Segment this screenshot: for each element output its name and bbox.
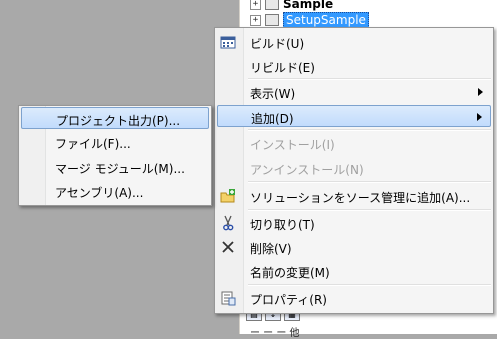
menu-item-label: インストール(I) — [250, 138, 335, 152]
menu-item-cut[interactable]: 切り取り(T) — [217, 212, 491, 234]
menu-item-delete[interactable]: 削除(V) — [217, 236, 491, 258]
menu-separator — [248, 78, 491, 80]
menu-item-build[interactable]: ビルド(U) — [217, 31, 491, 53]
add-to-source-control-icon — [220, 188, 236, 204]
setup-project-icon — [265, 14, 279, 26]
tree-node-setupsample[interactable]: + SetupSample — [250, 12, 369, 28]
menu-item-label: 切り取り(T) — [250, 218, 315, 232]
submenu-item-file[interactable]: ファイル(F)... — [21, 131, 209, 153]
menu-item-add[interactable]: 追加(D) — [217, 105, 491, 127]
menu-item-label: ビルド(U) — [250, 37, 305, 51]
delete-x-icon — [220, 239, 236, 255]
menu-item-rename[interactable]: 名前の変更(M) — [217, 260, 491, 282]
menu-item-label: リビルド(E) — [250, 61, 315, 75]
menu-item-label: 削除(V) — [250, 242, 292, 256]
menu-item-properties[interactable]: プロパティ(R) — [217, 287, 491, 309]
menu-item-add-to-source-control[interactable]: ソリューションをソース管理に追加(A)... — [217, 185, 491, 207]
menu-item-install[interactable]: インストール(I) — [217, 132, 491, 154]
menu-separator — [248, 284, 491, 286]
menu-item-label: 名前の変更(M) — [250, 266, 330, 280]
project-icon — [265, 0, 279, 10]
submenu-item-merge-module[interactable]: マージ モジュール(M)... — [21, 156, 209, 178]
expand-toggle-icon[interactable]: + — [250, 14, 261, 26]
menu-item-label: プロパティ(R) — [250, 293, 327, 307]
context-menu: ビルド(U) リビルド(E) 表示(W) 追加(D) インストール(I) アンイ… — [214, 27, 494, 314]
menu-item-label: ソリューションをソース管理に追加(A)... — [250, 191, 471, 205]
menu-item-label: ファイル(F)... — [55, 137, 131, 151]
menu-item-label: マージ モジュール(M)... — [55, 162, 185, 176]
menu-item-label: 追加(D) — [251, 112, 294, 126]
add-submenu: プロジェクト出力(P)... ファイル(F)... マージ モジュール(M)..… — [18, 105, 212, 206]
build-icon — [220, 34, 236, 50]
submenu-item-project-output[interactable]: プロジェクト出力(P)... — [21, 107, 209, 129]
tree-node-sample[interactable]: + Sample — [250, 0, 333, 12]
menu-separator — [248, 129, 491, 131]
menu-item-view[interactable]: 表示(W) — [217, 81, 491, 103]
menu-item-label: 表示(W) — [250, 87, 296, 101]
menu-item-label: プロジェクト出力(P)... — [56, 114, 181, 128]
menu-item-label: アンインストール(N) — [250, 163, 364, 177]
scissors-icon — [220, 215, 236, 231]
menu-separator — [248, 181, 491, 183]
tree-node-label: Sample — [283, 0, 334, 11]
submenu-arrow-icon — [477, 113, 482, 121]
properties-icon — [220, 290, 236, 306]
menu-item-rebuild[interactable]: リビルド(E) — [217, 55, 491, 77]
explorer-bottom-label: ー ー ー 他 — [250, 328, 300, 339]
expand-toggle-icon[interactable]: + — [250, 0, 261, 10]
tree-node-label-selected: SetupSample — [283, 12, 369, 28]
menu-item-label: アセンブリ(A)... — [55, 186, 144, 200]
menu-separator — [248, 209, 491, 211]
submenu-item-assembly[interactable]: アセンブリ(A)... — [21, 180, 209, 202]
menu-item-uninstall[interactable]: アンインストール(N) — [217, 157, 491, 179]
submenu-arrow-icon — [478, 88, 483, 96]
